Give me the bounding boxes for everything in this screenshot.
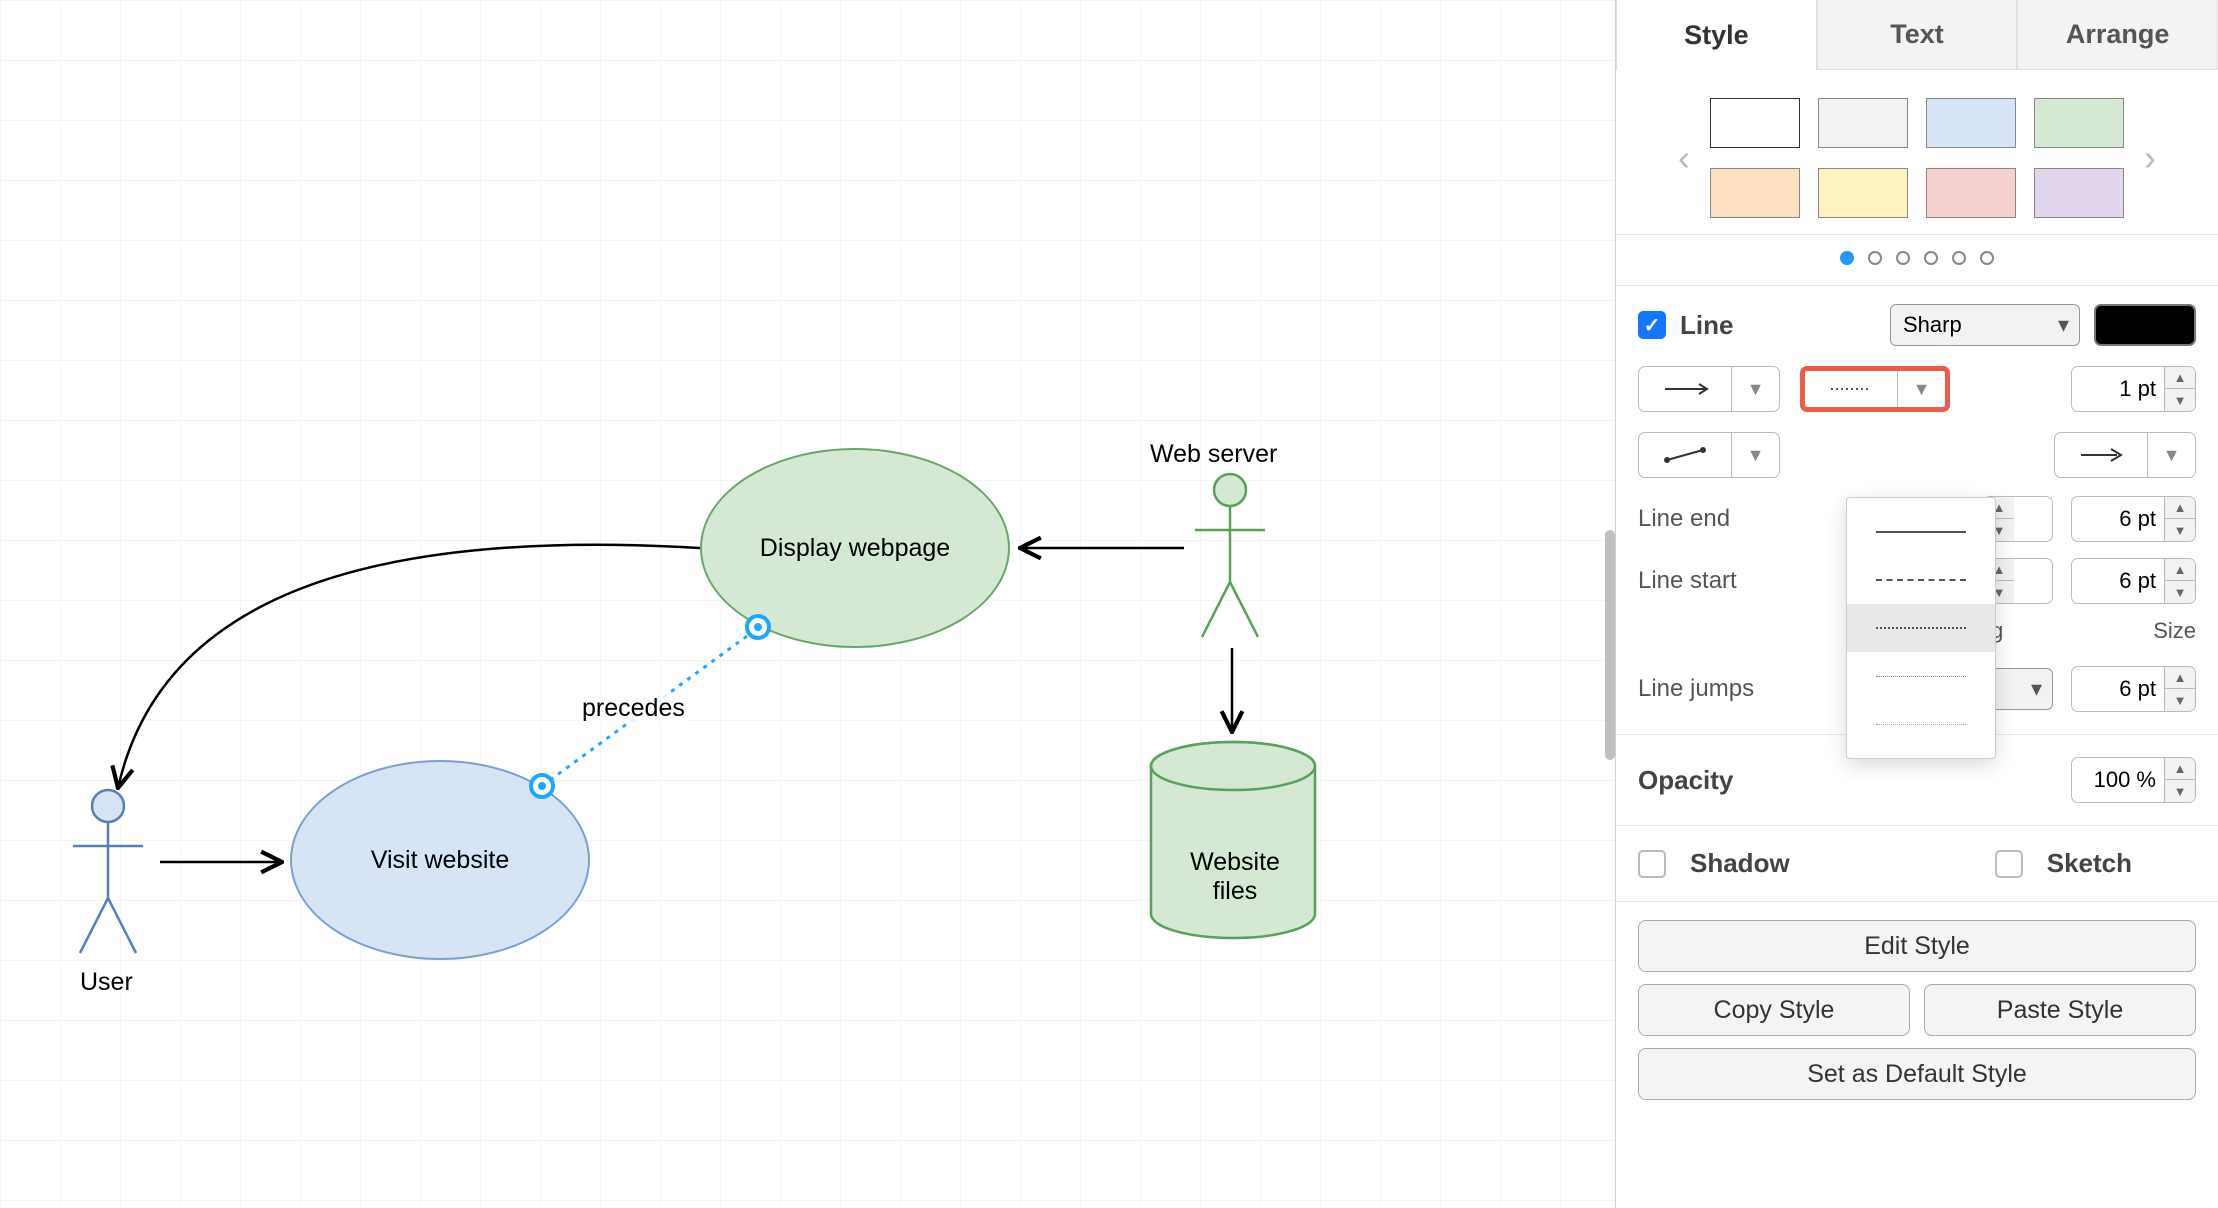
swatch[interactable]: [1710, 168, 1800, 218]
shadow-checkbox[interactable]: [1638, 850, 1666, 878]
stepper-up-icon[interactable]: ▲: [2165, 496, 2195, 519]
swatch[interactable]: [2034, 98, 2124, 148]
sketch-checkbox[interactable]: [1995, 850, 2023, 878]
diagram-canvas[interactable]: User Web server Visit website Display we…: [0, 0, 1615, 1208]
datastore-website-files-label: Websitefiles: [1175, 848, 1295, 906]
opacity-label: Opacity: [1638, 765, 1733, 796]
actor-web-server-label: Web server: [1150, 440, 1277, 469]
waypoint-style-select[interactable]: ▼: [1638, 432, 1780, 478]
line-end-size-field[interactable]: ▲▼: [2071, 496, 2196, 542]
line-style-option-fine-dotted[interactable]: [1847, 652, 1995, 700]
page-dot[interactable]: [1980, 251, 1994, 265]
page-dot[interactable]: [1952, 251, 1966, 265]
swatch[interactable]: [2034, 168, 2124, 218]
size-column-header: Size: [2153, 618, 2196, 644]
stepper-down-icon[interactable]: ▼: [2165, 581, 2195, 604]
swatch[interactable]: [1710, 98, 1800, 148]
actor-web-server[interactable]: [1190, 472, 1270, 642]
line-width-field[interactable]: ▲▼: [2071, 366, 2196, 412]
line-style-option-dashed[interactable]: [1847, 556, 1995, 604]
actor-user[interactable]: [68, 788, 148, 958]
stepper-up-icon[interactable]: ▲: [2165, 558, 2195, 581]
chevron-down-icon[interactable]: ▼: [1897, 371, 1945, 407]
tab-style[interactable]: Style: [1616, 0, 1817, 70]
line-enabled-checkbox[interactable]: [1638, 311, 1666, 339]
edit-style-button[interactable]: Edit Style: [1638, 920, 2196, 972]
swatch-prev-icon[interactable]: ‹: [1672, 137, 1696, 179]
swatch[interactable]: [1818, 98, 1908, 148]
line-style-option-dotted[interactable]: [1847, 604, 1995, 652]
chevron-down-icon[interactable]: ▼: [1731, 433, 1779, 477]
line-start-size-field[interactable]: ▲▼: [2071, 558, 2196, 604]
stepper-up-icon[interactable]: ▲: [2165, 666, 2195, 689]
tab-text[interactable]: Text: [1817, 0, 2018, 70]
line-start-size-input[interactable]: [2072, 568, 2164, 594]
line-width-input[interactable]: [2072, 376, 2164, 402]
set-default-style-button[interactable]: Set as Default Style: [1638, 1048, 2196, 1100]
connection-endpoint-handle[interactable]: [745, 614, 771, 640]
stepper-down-icon[interactable]: ▼: [2165, 780, 2195, 803]
page-dot[interactable]: [1840, 251, 1854, 265]
line-style-select[interactable]: ▼: [1800, 366, 1950, 412]
line-style-option-solid[interactable]: [1847, 508, 1995, 556]
actor-user-label: User: [80, 968, 133, 997]
swatch[interactable]: [1926, 168, 2016, 218]
panel-tabs: Style Text Arrange: [1616, 0, 2218, 70]
line-jumps-size-field[interactable]: ▲▼: [2071, 666, 2196, 712]
opacity-field[interactable]: ▲▼: [2071, 757, 2196, 803]
usecase-visit-website-label: Visit website: [371, 846, 510, 875]
usecase-display-webpage-label: Display webpage: [760, 534, 950, 563]
opacity-input[interactable]: [2072, 767, 2164, 793]
page-dot[interactable]: [1924, 251, 1938, 265]
line-color-well[interactable]: [2094, 304, 2196, 346]
stepper-down-icon[interactable]: ▼: [2165, 689, 2195, 712]
stepper-down-icon[interactable]: ▼: [2165, 519, 2195, 542]
sketch-label: Sketch: [2047, 848, 2132, 879]
format-panel: Style Text Arrange ‹ › Line Sharp: [1615, 0, 2218, 1208]
line-shape-select[interactable]: Sharp: [1890, 304, 2080, 346]
page-dot[interactable]: [1896, 251, 1910, 265]
swatch-grid: [1710, 98, 2124, 218]
stepper-down-icon[interactable]: ▼: [2165, 389, 2195, 412]
paste-style-button[interactable]: Paste Style: [1924, 984, 2196, 1036]
line-end-size-input[interactable]: [2072, 506, 2164, 532]
connection-type-select[interactable]: ▼: [1638, 366, 1780, 412]
swatch-page-dots: [1616, 235, 2218, 286]
usecase-display-webpage[interactable]: Display webpage: [700, 448, 1010, 648]
stepper-up-icon[interactable]: ▲: [2165, 757, 2195, 780]
shadow-label: Shadow: [1690, 848, 1790, 879]
copy-style-button[interactable]: Copy Style: [1638, 984, 1910, 1036]
line-label: Line: [1680, 310, 1733, 341]
tab-arrange[interactable]: Arrange: [2017, 0, 2218, 70]
swatch-next-icon[interactable]: ›: [2138, 137, 2162, 179]
swatch[interactable]: [1926, 98, 2016, 148]
page-dot[interactable]: [1868, 251, 1882, 265]
chevron-down-icon[interactable]: ▼: [2147, 433, 2195, 477]
swatch[interactable]: [1818, 168, 1908, 218]
line-style-option-sparse-dotted[interactable]: [1847, 700, 1995, 748]
connection-endpoint-handle[interactable]: [529, 773, 555, 799]
canvas-scrollbar[interactable]: [1605, 530, 1615, 760]
arrow-end-select[interactable]: ▼: [2054, 432, 2196, 478]
datastore-website-files[interactable]: [1148, 740, 1318, 945]
edge-precedes-label[interactable]: precedes: [578, 694, 689, 723]
chevron-down-icon[interactable]: ▼: [1731, 367, 1779, 411]
line-style-dropdown-popup: [1846, 497, 1996, 759]
stepper-up-icon[interactable]: ▲: [2165, 366, 2195, 389]
line-jumps-size-input[interactable]: [2072, 676, 2164, 702]
